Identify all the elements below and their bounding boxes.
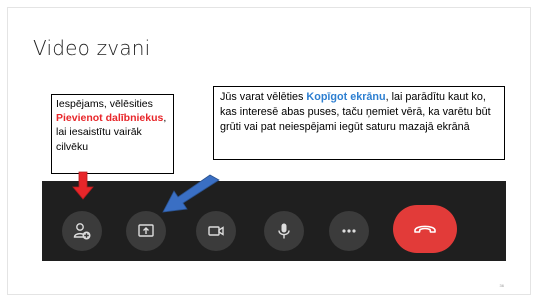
video-toggle-button[interactable] (196, 211, 236, 251)
hang-up-icon (412, 221, 438, 237)
add-person-icon (72, 221, 92, 241)
microphone-icon (274, 221, 294, 241)
slide-title: Video zvani (33, 36, 151, 60)
callout-right-text-before: Jūs varat vēlēties (220, 91, 307, 103)
share-screen-button[interactable] (126, 211, 166, 251)
share-screen-icon (136, 221, 156, 241)
add-participants-button[interactable] (62, 211, 102, 251)
microphone-button[interactable] (264, 211, 304, 251)
more-options-icon (339, 221, 359, 241)
more-options-button[interactable] (329, 211, 369, 251)
callout-share-screen: Jūs varat vēlēties Kopīgot ekrānu, lai p… (213, 86, 505, 160)
callout-left-highlight: Pievienot dalībniekus (56, 112, 164, 125)
slide: Video zvani Iespējams, vēlēsities Pievie… (0, 0, 540, 304)
callout-add-participants: Iespējams, vēlēsities Pievienot dalībnie… (51, 94, 174, 174)
page-number: 36 (499, 283, 504, 288)
call-toolbar (42, 181, 506, 261)
end-call-button[interactable] (393, 205, 457, 253)
video-camera-icon (206, 221, 226, 241)
callout-right-highlight: Kopīgot ekrānu (306, 91, 386, 103)
callout-left-text-before: Iespējams, vēlēsities (56, 98, 153, 110)
